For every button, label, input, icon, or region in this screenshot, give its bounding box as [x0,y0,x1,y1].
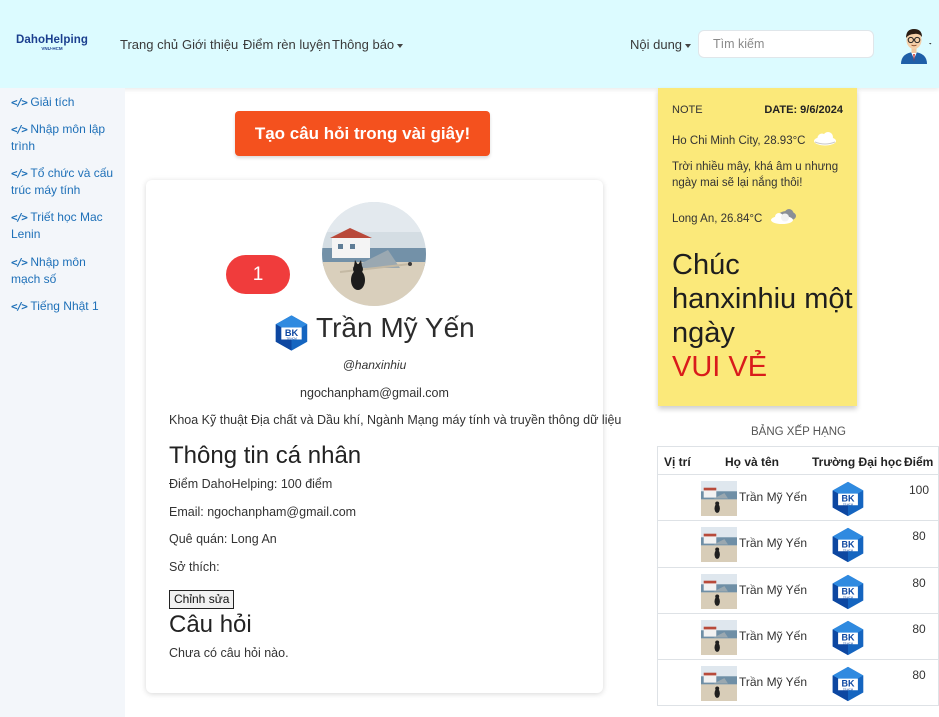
top-navbar: DahoHelping VNU-HCM Trang chủ Giới thiệu… [0,0,939,88]
personal-info-heading: Thông tin cá nhân [169,442,362,469]
questions-empty-text: Chưa có câu hỏi nào. [169,646,289,660]
weather-hcm: Ho Chi Minh City, 28.93°C [672,132,838,149]
school-logo-icon [273,314,310,352]
row-name: Trần Mỹ Yến [739,490,808,504]
row-avatar [701,666,737,701]
greeting-message: Chúc hanxinhiu một ngày VUI VẺ [672,248,857,384]
table-row[interactable]: Trần Mỹ Yến 80 [658,613,939,659]
logo-text: DahoHelping [16,34,89,46]
profile-email: ngochanpham@gmail.com [300,386,449,400]
beach-cat-image [322,202,426,306]
row-avatar [701,620,737,655]
header-school: Trường Đại học [812,455,902,469]
row-score: 80 [912,576,926,590]
table-row[interactable]: Trần Mỹ Yến 80 [658,659,939,705]
ranking-title: BẢNG XẾP HẠNG [750,426,846,438]
weather-message: Trời nhiều mây, khá âm u nhưng ngày mai … [672,161,839,189]
sidebar-item-triet-hoc[interactable]: </> Triết học Mac Lenin [11,209,116,243]
user-avatar-icon [901,29,932,64]
logo-subtext: VNU-HCM [41,46,63,51]
code-icon: </> [11,211,28,224]
row-score: 80 [912,622,926,636]
sticky-note: NOTE DATE: 9/6/2024 Ho Chi Minh City, 28… [658,88,857,406]
profile-photo [322,202,426,306]
school-logo-icon [830,620,866,656]
table-row[interactable]: Trần Mỹ Yến 80 [658,567,939,613]
search-input[interactable] [698,30,874,58]
nav-notify-label: Thông báo [332,37,395,52]
sidebar-item-giai-tich[interactable]: </> Giải tích [11,94,116,111]
header-name: Họ và tên [725,455,780,469]
row-score: 80 [912,668,926,682]
row-name: Trần Mỹ Yến [739,629,808,643]
note-date: DATE: 9/6/2024 [764,104,843,116]
questions-heading: Câu hỏi [169,611,252,638]
sidebar-item-label: Giải tích [30,95,75,109]
edit-profile-button[interactable]: Chỉnh sửa [169,590,235,609]
weather-long-an: Long An, 26.84°C [672,209,799,227]
info-hometown: Quê quán: Long An [169,532,277,546]
create-question-button[interactable]: Tạo câu hỏi trong vài giây! [235,111,490,156]
table-row[interactable]: Trần Mỹ Yến 100 [658,474,939,520]
sidebar-item-nhap-mon-lap-trinh[interactable]: </> Nhập môn lập trình [11,121,116,155]
code-icon: </> [11,123,28,136]
school-logo-icon [830,666,866,702]
nav-notify-dropdown[interactable]: Thông báo [332,37,404,52]
sidebar-item-label: Tiếng Nhật 1 [30,299,99,313]
header-score: Điểm [904,455,934,469]
row-avatar [701,481,737,516]
weather-hcm-text: Ho Chi Minh City, 28.93°C [672,135,806,147]
school-logo-icon [830,574,866,610]
nav-score[interactable]: Điểm rèn luyện [243,37,330,52]
sidebar-item-mach-so[interactable]: </> Nhập môn mạch số [11,254,116,288]
row-name: Trần Mỹ Yến [739,536,808,550]
greeting-text: Chúc hanxinhiu một ngày [672,249,853,349]
profile-username: @hanxinhiu [342,358,407,372]
profile-faculty: Khoa Kỹ thuật Địa chất và Dầu khí, Ngành… [169,413,622,427]
chevron-down-icon [397,43,404,48]
sidebar-item-to-chuc-may-tinh[interactable]: </> Tổ chức và cấu trúc máy tính [11,165,116,199]
sidebar-item-tieng-nhat[interactable]: </> Tiếng Nhật 1 [11,298,116,315]
greeting-highlight: VUI VẺ [672,351,768,383]
code-icon: </> [11,256,28,269]
nav-about[interactable]: Giới thiệu [182,37,238,52]
table-row[interactable]: Trần Mỹ Yến 80 [658,520,939,566]
row-score: 100 [908,483,930,497]
site-logo[interactable]: DahoHelping VNU-HCM [16,34,88,54]
dark-cloud-icon [770,209,796,224]
row-score: 80 [912,529,926,543]
note-label: NOTE [672,104,703,116]
profile-name: Trần Mỹ Yến [316,312,475,343]
sidebar-item-label: Tổ chức và cấu trúc máy tính [11,166,114,197]
nav-content-label: Nội dung [630,37,683,52]
school-logo-icon [830,481,866,517]
code-icon: </> [11,96,28,109]
info-email: Email: ngochanpham@gmail.com [169,505,357,519]
row-name: Trần Mỹ Yến [739,583,808,597]
row-avatar [701,574,737,609]
nav-home[interactable]: Trang chủ [120,37,178,52]
code-icon: </> [11,167,28,180]
info-hobbies: Sở thích: [169,560,220,574]
cloud-icon [813,132,836,146]
info-points: Điểm DahoHelping: 100 điểm [169,477,333,491]
ranking-table: Vị trí Họ và tên Trường Đại học Điểm Trầ… [657,446,939,706]
user-avatar-menu[interactable] [895,24,933,64]
chevron-down-icon [685,43,692,48]
nav-content-dropdown[interactable]: Nội dung [630,37,692,52]
code-icon: </> [11,300,28,313]
row-avatar [701,527,737,562]
header-position: Vị trí [664,455,691,469]
weather-long-an-text: Long An, 26.84°C [672,213,763,225]
notification-badge[interactable]: 1 [226,255,290,294]
row-name: Trần Mỹ Yến [739,675,808,689]
school-logo-icon [830,527,866,563]
sidebar: </> Giải tích </> Nhập môn lập trình </> Tổ… [0,88,125,717]
